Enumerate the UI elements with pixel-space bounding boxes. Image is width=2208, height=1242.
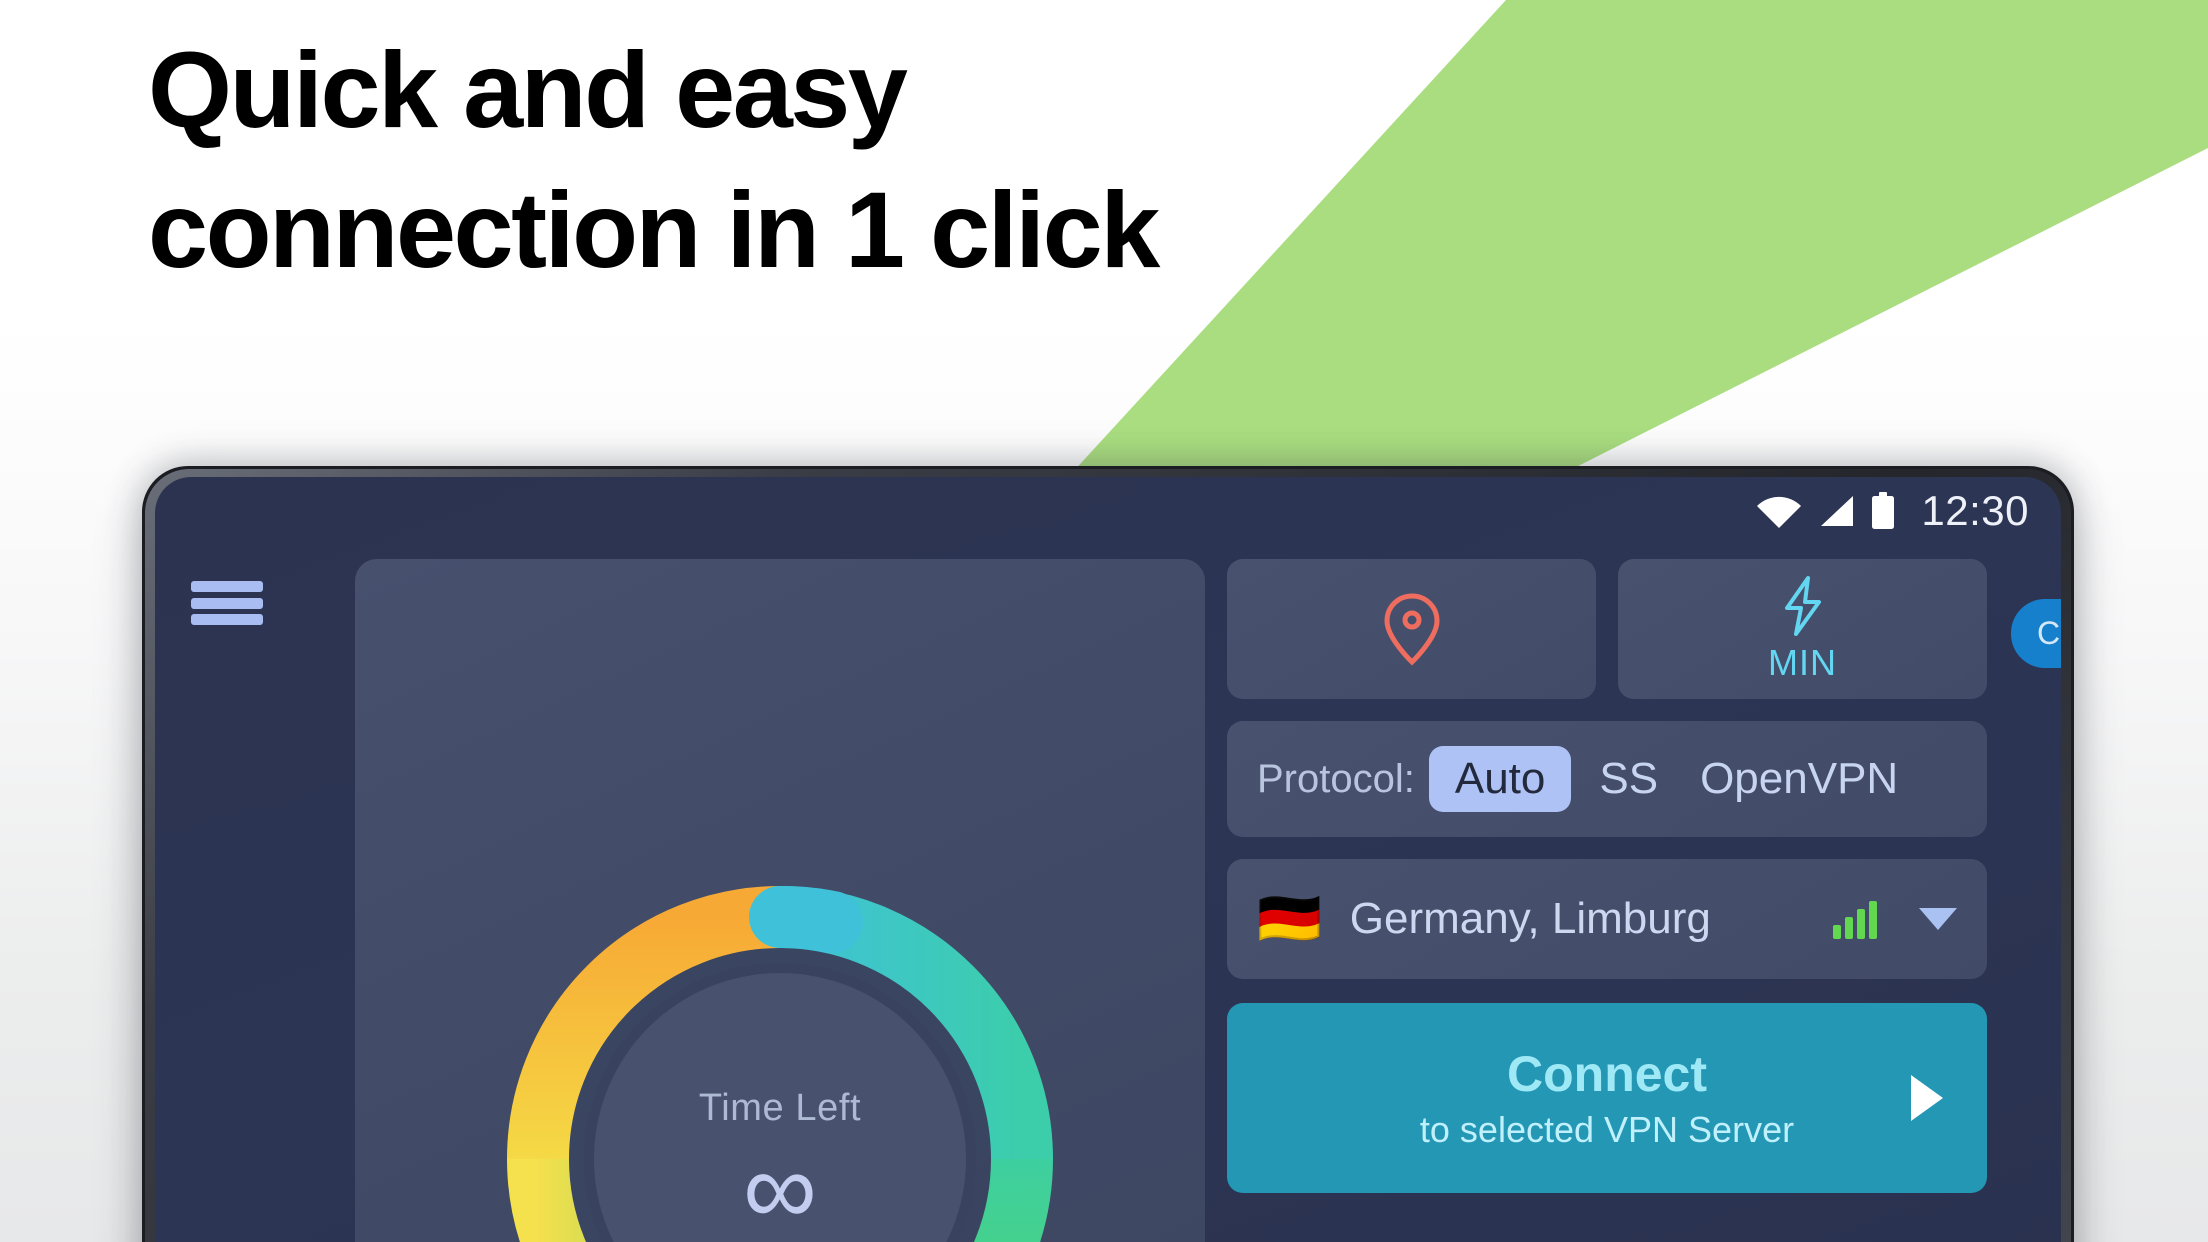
status-bar-clock: 12:30 — [1921, 487, 2029, 534]
protocol-label: Protocol: — [1257, 756, 1415, 801]
hamburger-bar — [191, 614, 263, 625]
gauge-ring: Time Left ∞ — [480, 859, 1080, 1242]
protocol-option-ss[interactable]: SS — [1585, 748, 1672, 810]
page-title: Quick and easy connection in 1 click — [148, 29, 1348, 290]
connect-button[interactable]: Connect to selected VPN Server — [1227, 1003, 1987, 1193]
play-arrow-icon — [1911, 1075, 1943, 1121]
speed-mode-button[interactable]: MIN — [1618, 559, 1987, 699]
connect-subtitle: to selected VPN Server — [1419, 1109, 1795, 1150]
protocol-option-auto[interactable]: Auto — [1428, 746, 1572, 812]
promo-screenshot: Quick and easy connection in 1 click 12:… — [0, 0, 2208, 1242]
location-pin-icon — [1383, 593, 1440, 666]
server-selector[interactable]: 🇩🇪 Germany, Limburg — [1227, 859, 1987, 979]
signal-bars-icon — [1833, 899, 1877, 939]
hamburger-bar — [191, 581, 263, 592]
connect-title: Connect — [1507, 1046, 1707, 1102]
speed-mode-label: MIN — [1768, 642, 1837, 683]
country-flag-icon: 🇩🇪 — [1257, 890, 1322, 948]
lightning-bolt-icon — [1784, 576, 1821, 636]
gauge-value: ∞ — [742, 1130, 818, 1242]
hamburger-menu-icon[interactable] — [191, 575, 263, 631]
protocol-selector: Protocol: Auto SS OpenVPN — [1227, 721, 1987, 837]
battery-icon — [1872, 492, 1895, 529]
server-name: Germany, Limburg — [1349, 894, 1711, 943]
phone-screen: 12:30 Time Left ∞ MIN Protocol: Auto SS … — [155, 477, 2061, 1242]
quick-action-tiles: MIN — [1227, 559, 1987, 699]
right-controls-column: MIN Protocol: Auto SS OpenVPN 🇩🇪 Germany… — [1227, 559, 1987, 1193]
vpn-app-body: Time Left ∞ MIN Protocol: Auto SS OpenVP… — [155, 545, 2061, 1242]
server-location-button[interactable] — [1227, 559, 1596, 699]
check-ip-button[interactable]: CHECK IP — [2011, 599, 2061, 668]
wifi-icon — [1757, 496, 1802, 528]
status-bar: 12:30 — [155, 477, 2061, 545]
gauge-center-content: Time Left ∞ — [590, 969, 970, 1242]
headline-line-2: connection in 1 click — [148, 169, 1160, 290]
time-left-gauge-card: Time Left ∞ — [355, 559, 1205, 1242]
status-bar-icons — [1756, 492, 1896, 530]
chevron-down-icon[interactable] — [1919, 908, 1957, 930]
protocol-option-openvpn[interactable]: OpenVPN — [1686, 748, 1912, 810]
gauge-label: Time Left — [698, 1086, 862, 1129]
cellular-signal-icon — [1821, 496, 1854, 526]
phone-device-frame: 12:30 Time Left ∞ MIN Protocol: Auto SS … — [142, 466, 2074, 1242]
headline-line-1: Quick and easy — [148, 29, 908, 150]
hamburger-bar — [191, 597, 263, 609]
